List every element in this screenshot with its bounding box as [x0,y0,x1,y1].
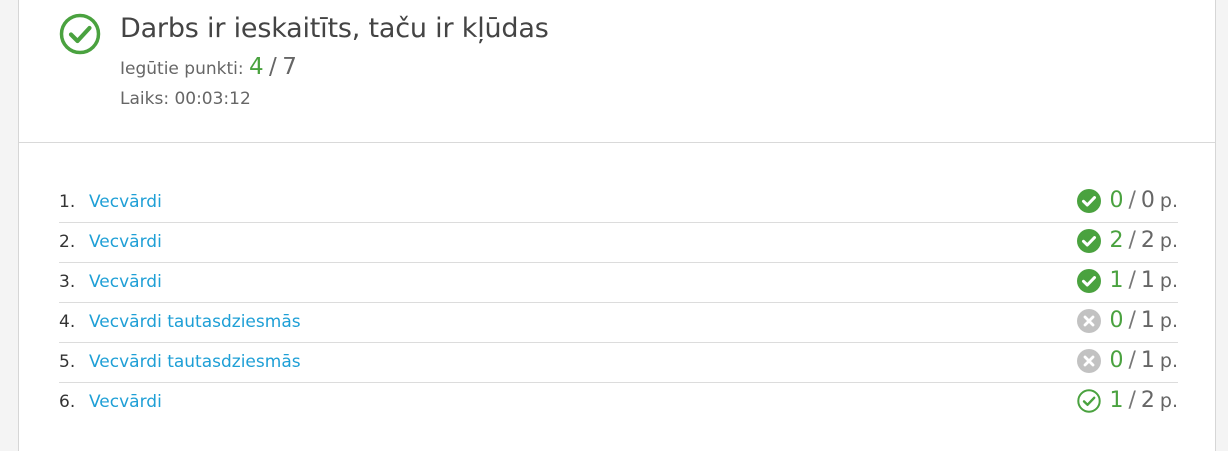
task-points-separator: / [1128,228,1136,253]
task-row: 1. Vecvārdi 0 / 0 p. [59,183,1178,223]
task-points-total: 2 [1140,228,1155,253]
task-points-separator: / [1128,388,1136,413]
task-link[interactable]: Vecvārdi tautasdziesmās [89,312,301,332]
result-title: Darbs ir ieskaitīts, taču ir kļūdas [120,13,549,44]
task-link[interactable]: Vecvārdi tautasdziesmās [89,352,301,372]
task-score: 1 / 2 p. [1077,388,1178,413]
task-points-got: 1 [1109,268,1124,293]
task-points-unit: p. [1159,269,1178,292]
result-header: Darbs ir ieskaitīts, taču ir kļūdas Iegū… [19,0,1215,143]
task-number: 5. [59,352,76,372]
task-link[interactable]: Vecvārdi [89,272,162,292]
task-points-unit: p. [1159,389,1178,412]
task-points-separator: / [1128,188,1136,213]
check-filled-icon [1077,268,1109,293]
points-total: 7 [282,54,297,80]
task-number: 4. [59,312,76,332]
task-points-separator: / [1128,268,1136,293]
task-link[interactable]: Vecvārdi [89,232,162,252]
result-card: Darbs ir ieskaitīts, taču ir kļūdas Iegū… [18,0,1216,451]
task-number: 3. [59,272,76,292]
check-filled-icon [1077,188,1109,213]
task-points-total: 1 [1140,268,1155,293]
points-summary: Iegūtie punkti: 4 / 7 [120,54,297,80]
task-number: 6. [59,392,76,412]
task-points-separator: / [1128,348,1136,373]
points-label: Iegūtie punkti: [120,59,244,79]
task-points-total: 1 [1140,348,1155,373]
task-row: 6. Vecvārdi 1 / 2 p. [59,383,1178,422]
task-points-got: 0 [1109,308,1124,333]
task-score: 0 / 1 p. [1077,308,1178,333]
task-link[interactable]: Vecvārdi [89,192,162,212]
task-score: 0 / 1 p. [1077,348,1178,373]
check-filled-icon [1077,228,1109,253]
points-separator: / [269,54,277,80]
time-spent: Laiks: 00:03:12 [120,89,251,109]
task-points-total: 1 [1140,308,1155,333]
check-outline-icon [1077,388,1109,413]
task-points-unit: p. [1159,189,1178,212]
task-row: 4. Vecvārdi tautasdziesmās 0 / 1 p. [59,303,1178,343]
x-gray-icon [1077,348,1109,373]
task-points-unit: p. [1159,309,1178,332]
x-gray-icon [1077,308,1109,333]
task-score: 0 / 0 p. [1077,188,1178,213]
task-score: 2 / 2 p. [1077,228,1178,253]
task-link[interactable]: Vecvārdi [89,392,162,412]
task-points-got: 1 [1109,388,1124,413]
task-points-got: 0 [1109,348,1124,373]
task-points-separator: / [1128,308,1136,333]
task-points-got: 2 [1109,228,1124,253]
task-row: 3. Vecvārdi 1 / 1 p. [59,263,1178,303]
task-points-unit: p. [1159,229,1178,252]
task-list: 1. Vecvārdi 0 / 0 p. 2. Vecvārdi 2 / 2 p… [59,183,1178,422]
check-circle-outline-icon [59,13,101,55]
task-points-unit: p. [1159,349,1178,372]
task-points-got: 0 [1109,188,1124,213]
task-points-total: 0 [1140,188,1155,213]
task-row: 5. Vecvārdi tautasdziesmās 0 / 1 p. [59,343,1178,383]
task-points-total: 2 [1140,388,1155,413]
task-number: 2. [59,232,76,252]
task-number: 1. [59,192,76,212]
points-got: 4 [249,54,264,80]
task-score: 1 / 1 p. [1077,268,1178,293]
task-row: 2. Vecvārdi 2 / 2 p. [59,223,1178,263]
